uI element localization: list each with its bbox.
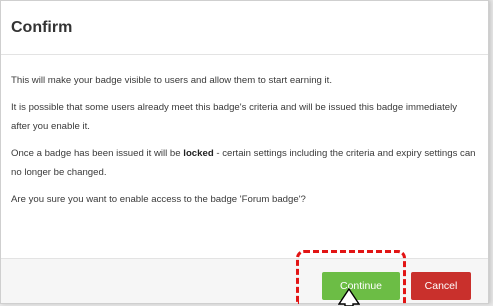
message-visibility: This will make your badge visible to use… [11, 75, 333, 86]
cancel-button[interactable]: Cancel [411, 272, 471, 300]
message-locked: Once a badge has been issued it will be … [11, 144, 478, 182]
locked-emphasis: locked [183, 148, 214, 159]
confirm-dialog: Confirm This will make your badge visibl… [0, 0, 489, 304]
dialog-footer: Continue Cancel [1, 258, 488, 303]
message-locked-prefix: Once a badge has been issued it will be [11, 148, 181, 159]
dialog-body: This will make your badge visible to use… [1, 55, 488, 209]
message-criteria: It is possible that some users already m… [11, 102, 458, 132]
continue-button[interactable]: Continue [322, 272, 400, 300]
dialog-title: Confirm [11, 19, 73, 36]
message-question: Are you sure you want to enable access t… [11, 194, 306, 205]
dialog-header: Confirm [1, 1, 488, 55]
